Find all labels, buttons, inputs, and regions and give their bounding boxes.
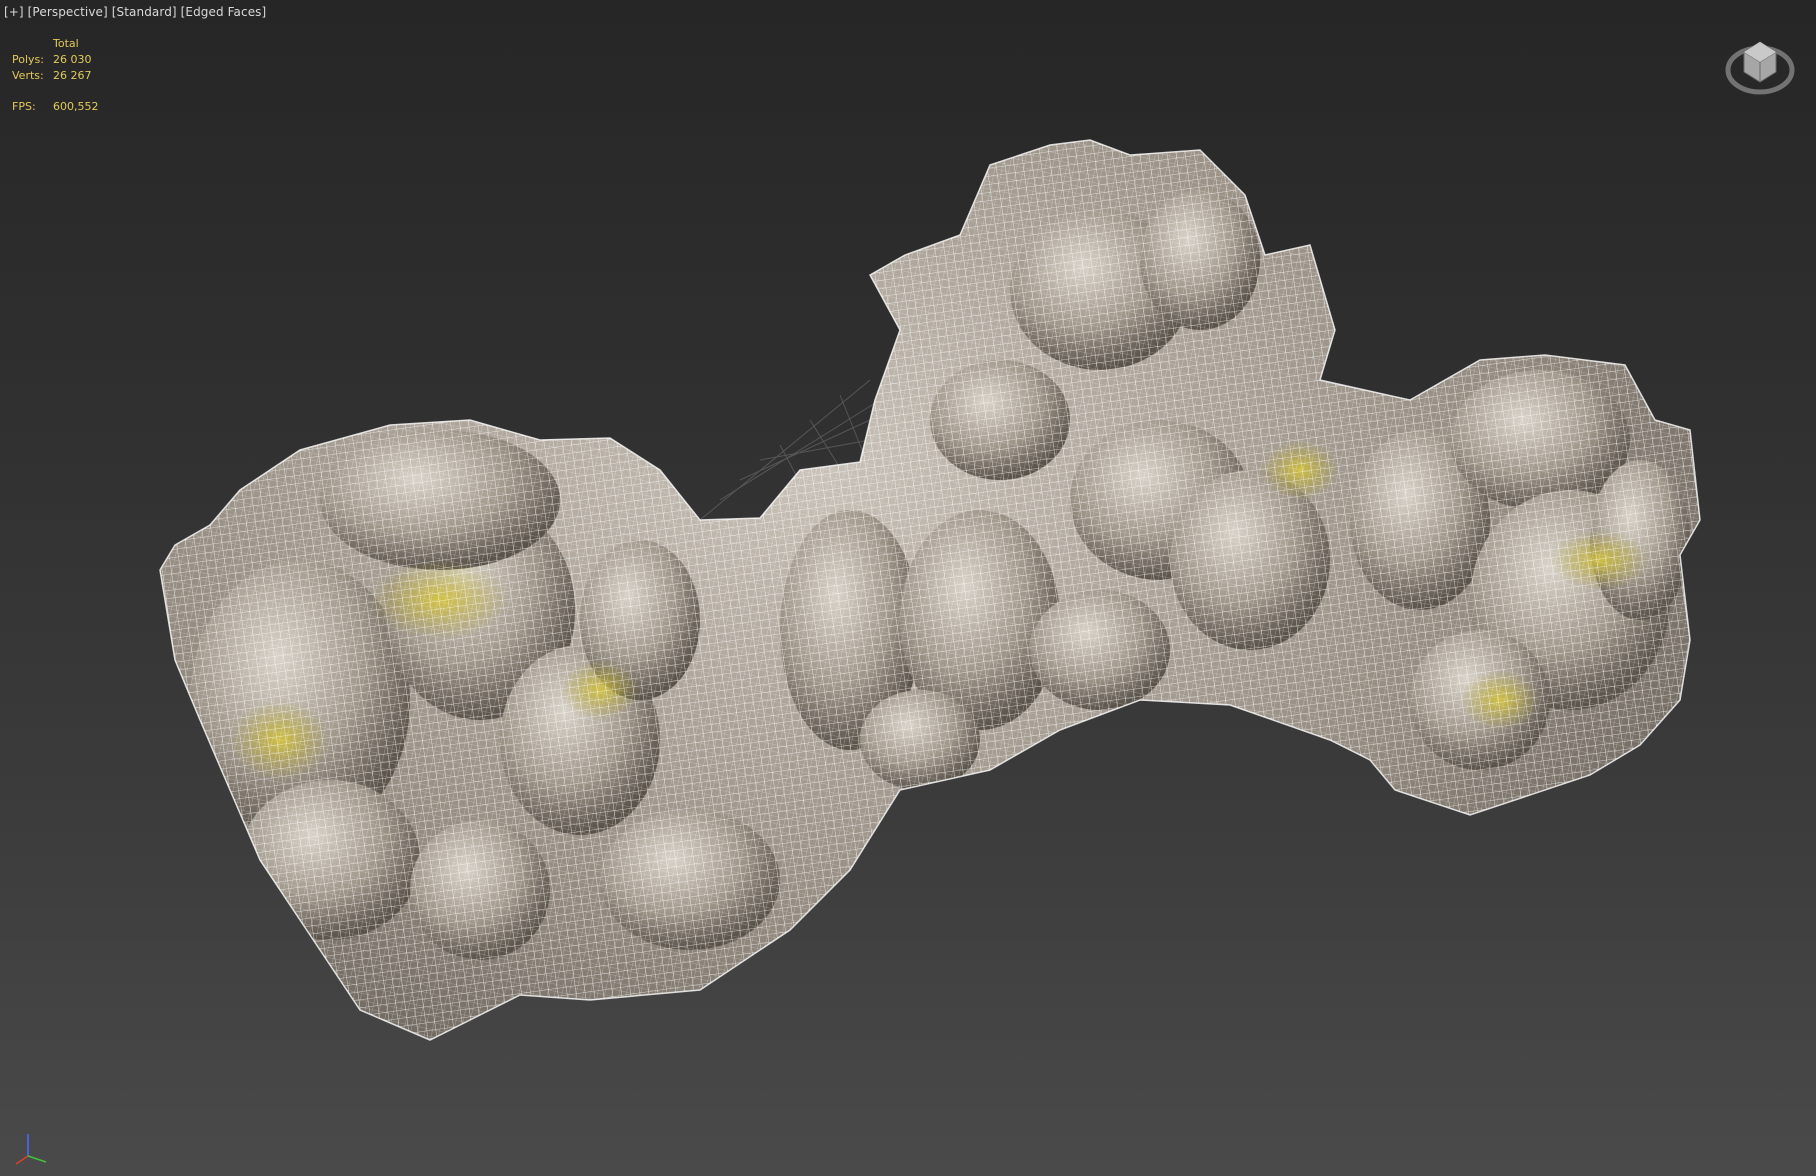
axis-tripod-icon [15,1134,47,1165]
perspective-viewport[interactable]: [+] [Perspective] [Standard] [Edged Face… [0,0,1816,1176]
viewport-plus-menu[interactable]: [+] [4,5,24,19]
fps-label: FPS: [12,100,36,113]
viewport-display-menu[interactable]: [Edged Faces] [181,5,267,19]
statistics-overlay: Total Polys: 26 030 Verts: 26 267 FPS: 600,… [12,36,113,115]
stats-header: Total [53,37,79,50]
viewcube-icon[interactable] [1722,28,1798,100]
rock-mesh[interactable] [0,0,1816,1176]
viewport-view-menu[interactable]: [Perspective] [28,5,108,19]
viewport-shading-menu[interactable]: [Standard] [112,5,177,19]
viewport-label: [+] [Perspective] [Standard] [Edged Face… [4,5,266,19]
polys-label: Polys: [12,53,44,66]
fps-value: 600,552 [53,100,99,113]
verts-label: Verts: [12,69,44,82]
polys-value: 26 030 [53,53,92,66]
verts-value: 26 267 [53,69,92,82]
